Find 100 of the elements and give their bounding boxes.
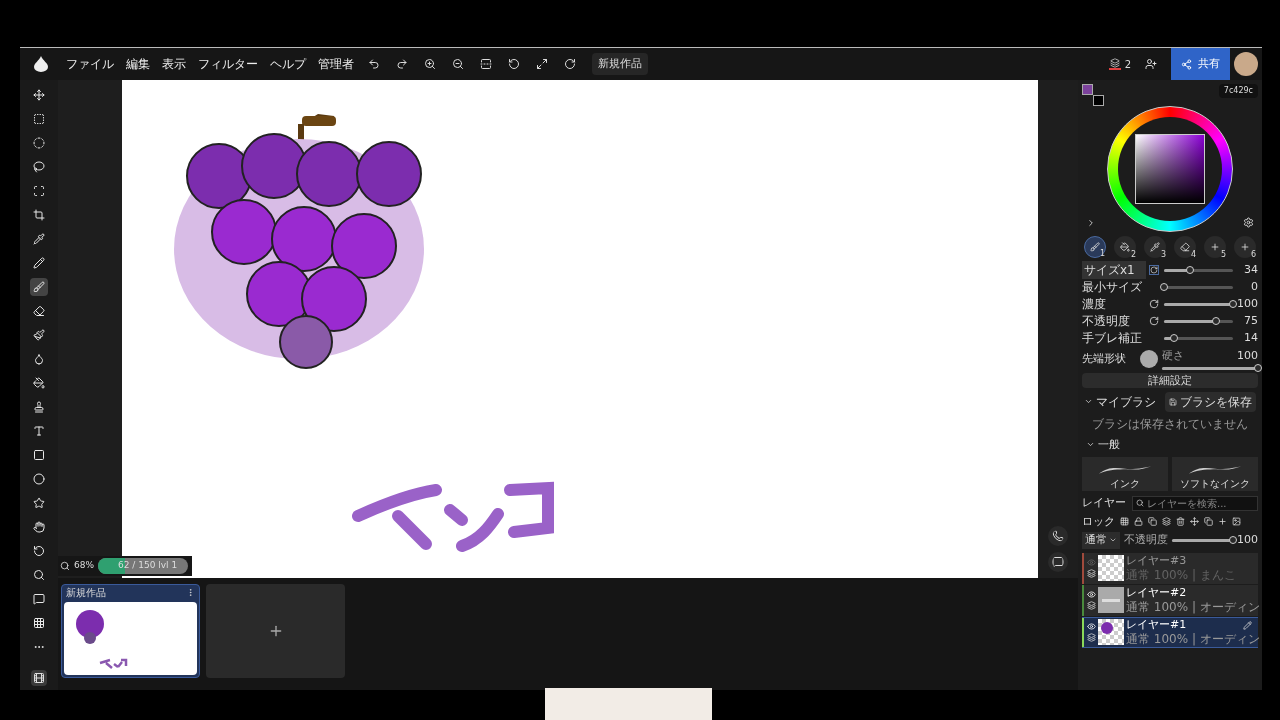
more-icon[interactable]	[186, 588, 195, 597]
menu-item[interactable]: ヘルプ	[264, 55, 312, 73]
slider-thumb[interactable]	[1169, 334, 1178, 342]
zoom-out-icon[interactable]	[452, 58, 464, 70]
menu-item[interactable]: フィルター	[192, 55, 264, 73]
section-title: マイブラシ	[1096, 393, 1156, 411]
slider-thumb[interactable]	[1185, 266, 1194, 274]
menu-item[interactable]: 表示	[156, 55, 192, 73]
droplet-logo-icon[interactable]	[34, 56, 48, 72]
brush-slot[interactable]: 3	[1144, 236, 1166, 258]
document-name: 新規作品	[66, 586, 106, 600]
eyedropper-icon	[1150, 242, 1160, 252]
hex-field[interactable]: 7c429c	[1218, 84, 1258, 98]
slider-value: 75	[1243, 312, 1258, 329]
layer-name: レイヤー#2	[1126, 586, 1187, 600]
clip-icon[interactable]	[1087, 633, 1096, 642]
layers-icon[interactable]	[1108, 58, 1121, 70]
progress-text: 62 / 150 lvl 1	[118, 559, 178, 573]
save-icon	[1169, 397, 1177, 406]
brush-preset[interactable]: ソフトなインク	[1172, 457, 1258, 491]
user-count: 2	[1124, 57, 1131, 72]
slider[interactable]	[1164, 333, 1233, 343]
slider-label: 手ブレ補正	[1082, 330, 1143, 347]
pressure-icon[interactable]	[1149, 265, 1159, 275]
layer-action-icon[interactable]	[1190, 517, 1199, 527]
brush-slot[interactable]: 5	[1204, 236, 1226, 258]
brush-slot[interactable]: 1	[1084, 236, 1106, 258]
layer-action-icon[interactable]	[1134, 517, 1143, 527]
secondary-color-swatch[interactable]	[1093, 95, 1104, 106]
phone-icon[interactable]	[1048, 526, 1068, 546]
fullscreen-icon[interactable]	[536, 58, 548, 70]
redo-icon[interactable]	[396, 58, 408, 70]
layer-action-icon[interactable]	[1176, 517, 1185, 527]
layer-action-icon[interactable]	[1204, 517, 1213, 527]
fill-icon[interactable]	[30, 374, 48, 392]
saturation-square[interactable]	[1135, 134, 1205, 204]
rotate-left-icon[interactable]	[508, 58, 520, 70]
brush-slot[interactable]: 2	[1114, 236, 1136, 258]
primary-color-swatch[interactable]	[1082, 84, 1093, 95]
chat-icon[interactable]	[1048, 552, 1068, 572]
slider-value: 14	[1243, 329, 1258, 346]
layer-search-field[interactable]: レイヤーを検索...	[1132, 495, 1258, 511]
scribble-thumbnail-drawing	[98, 658, 128, 670]
share-button[interactable]: 共有	[1171, 48, 1230, 80]
layer-name: レイヤー#3	[1126, 554, 1187, 568]
opacity-value: 100	[1237, 532, 1258, 548]
slider-label: サイズx1	[1082, 261, 1146, 279]
circle-icon[interactable]	[30, 470, 48, 488]
filmstrip-icon[interactable]	[31, 670, 47, 686]
slider-thumb[interactable]	[1229, 300, 1237, 308]
add-icon	[1210, 242, 1220, 252]
expand-icon[interactable]	[1086, 218, 1096, 228]
slider-thumb[interactable]	[1229, 536, 1237, 545]
document-thumbnail[interactable]: 新規作品	[61, 584, 200, 678]
brush-preset[interactable]: インク	[1082, 457, 1168, 491]
undo-icon[interactable]	[368, 58, 380, 70]
layer-action-icon[interactable]	[1148, 517, 1157, 527]
slider-value: 0	[1250, 278, 1258, 295]
slider-label: 最小サイズ	[1082, 279, 1143, 296]
brush-slot[interactable]: 6	[1234, 236, 1256, 258]
settings-icon[interactable]	[1243, 217, 1254, 228]
blend-mode-dropdown[interactable]: 通常	[1082, 532, 1120, 549]
slider-thumb[interactable]	[1254, 364, 1262, 372]
zoom-in-icon[interactable]	[424, 58, 436, 70]
avatar[interactable]	[1234, 52, 1258, 76]
rotate-right-icon[interactable]	[564, 58, 576, 70]
lasso-icon[interactable]	[30, 158, 48, 176]
slider[interactable]	[1164, 265, 1233, 275]
clip-icon[interactable]	[1087, 569, 1096, 578]
chevron-icon[interactable]	[1084, 397, 1093, 406]
pencil-icon[interactable]	[30, 254, 48, 272]
section-title: 一般	[1098, 436, 1120, 453]
layer-action-icon[interactable]	[1120, 517, 1129, 527]
save-brush-button[interactable]: ブラシを保存	[1165, 391, 1256, 412]
menu-item[interactable]: ファイル	[60, 55, 120, 73]
layer-row[interactable]: レイヤー#2 通常 100% | オーディン	[1082, 584, 1258, 616]
slider-thumb[interactable]	[1211, 317, 1220, 325]
slider[interactable]	[1164, 316, 1233, 326]
layer-action-icon[interactable]	[1232, 517, 1241, 527]
layer-action-icon[interactable]	[1162, 517, 1171, 527]
brush-slot[interactable]: 4	[1174, 236, 1196, 258]
hardness-value: 100	[1237, 348, 1258, 364]
menu-item[interactable]: 管理者	[312, 55, 360, 73]
ellipse-select-icon[interactable]	[30, 134, 48, 152]
slider-label: 濃度	[1082, 296, 1107, 313]
layer-name: レイヤー#1	[1126, 618, 1187, 632]
add-user-icon[interactable]	[1145, 58, 1157, 70]
tip-shape-preview[interactable]	[1140, 349, 1158, 368]
brush-icon	[1090, 242, 1100, 252]
advanced-settings-button[interactable]: 詳細設定	[1082, 372, 1258, 388]
slider-thumb[interactable]	[1160, 283, 1168, 291]
layer-action-icon[interactable]	[1218, 517, 1227, 527]
layer-row[interactable]: レイヤー#1 通常 100% | オーディン	[1082, 616, 1258, 648]
clip-icon[interactable]	[1087, 601, 1096, 610]
menu-item[interactable]: 編集	[120, 55, 156, 73]
brush-icon[interactable]	[30, 278, 48, 296]
layers-title: レイヤー	[1082, 495, 1126, 511]
add-icon	[1240, 242, 1250, 252]
layer-info: 通常 100% | オーディン	[1126, 632, 1258, 646]
blend-icon[interactable]	[30, 326, 48, 344]
